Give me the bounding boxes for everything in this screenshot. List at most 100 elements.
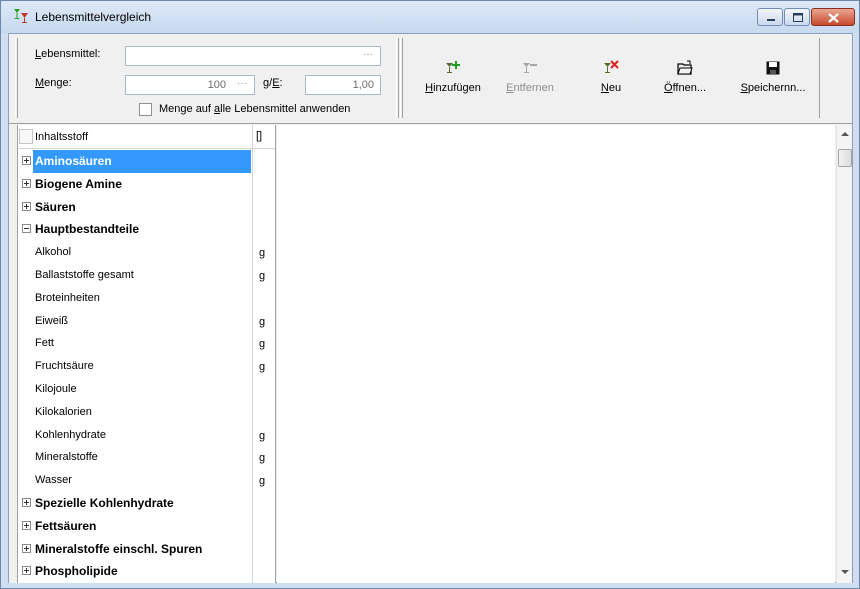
header-unit[interactable]: [] [256,130,262,142]
remove-food-icon [523,63,537,73]
ingredient-row[interactable]: Kilokalorien [18,401,275,424]
row-name: Säuren [35,199,76,214]
row-unit: g [259,315,266,328]
category-row[interactable]: Aminosäuren [18,150,275,173]
apply-all-label: Menge auf alle Lebensmittel anwenden [159,103,351,115]
ingredient-row[interactable]: Fett g [18,332,275,355]
ingredient-row[interactable]: Fruchtsäure g [18,355,275,378]
open-button[interactable]: Öffnen... [659,60,711,110]
ingredient-list[interactable]: Inhaltsstoff [] Aminosäuren Biogene Amine… [18,125,276,583]
row-name: Mineralstoffe einschl. Spuren [35,541,203,556]
expand-icon[interactable] [22,498,31,507]
category-row[interactable]: Säuren [18,196,275,219]
close-icon [828,13,839,23]
app-window: Lebensmittelvergleich Lebensmittel: ··· … [0,0,860,589]
open-button-label: Öffnen... [664,82,706,94]
expand-icon[interactable] [22,178,31,188]
row-name: Kilojoule [35,383,77,395]
ingredient-row[interactable]: Kohlenhydrate g [18,424,275,447]
row-name: Alkohol [35,246,72,259]
expand-icon[interactable] [22,520,31,530]
add-food-icon [446,61,460,73]
header-checkbox[interactable] [19,129,33,144]
row-name: Spezielle Kohlenhydrate [35,496,174,510]
toolbar-grip[interactable] [396,38,399,118]
row-unit: g [259,270,266,282]
vertical-scrollbar[interactable] [836,125,852,583]
scroll-up-icon[interactable] [841,131,849,137]
client-area: Lebensmittel: ··· Menge: 100 ··· g/E: 1,… [8,33,853,583]
row-name: Kohlenhydrate [35,428,106,441]
list-header: Inhaltsstoff [] [18,125,275,149]
toolbar-divider [817,38,820,118]
expand-icon[interactable] [22,156,31,165]
minimize-icon [767,19,775,21]
expand-icon[interactable] [22,543,31,553]
row-unit: g [259,247,266,260]
row-unit: g [259,475,266,488]
save-button[interactable]: Speichernn... [731,60,815,110]
row-name: Hauptbestandteile [35,222,140,237]
row-name: Phospholipide [35,564,118,579]
ingredient-row[interactable]: Wasser g [18,469,275,492]
header-ingredient[interactable]: Inhaltsstoff [35,131,88,143]
row-unit: g [259,452,266,465]
row-name: Fettsäuren [35,518,97,533]
title-bar[interactable]: Lebensmittelvergleich [1,1,859,33]
apply-all-checkbox[interactable] [139,103,152,116]
scroll-thumb[interactable] [838,149,852,167]
row-name: Ballaststoffe gesamt [35,269,134,281]
ge-value: 1,00 [352,79,374,91]
category-row[interactable]: Fettsäuren [18,515,275,538]
row-name: Mineralstoffe [35,451,98,464]
open-folder-icon [677,60,693,75]
collapse-icon[interactable] [22,224,31,234]
ingredient-row[interactable]: Mineralstoffe g [18,446,275,469]
row-name: Biogene Amine [35,176,122,191]
ingredient-row[interactable]: Alkohol g [18,241,275,264]
category-row[interactable]: Biogene Amine [18,173,275,196]
menge-browse-button[interactable]: ··· [232,77,252,93]
new-button[interactable]: Neu [591,60,631,110]
category-row[interactable]: Spezielle Kohlenhydrate [18,492,275,515]
add-button[interactable]: Hinzufügen [415,60,491,110]
add-button-label: Hinzufügen [425,82,481,94]
maximize-icon [793,13,803,22]
row-name: Broteinheiten [35,291,100,304]
remove-button[interactable]: Entfernen [495,60,565,110]
scroll-down-icon[interactable] [841,569,849,575]
row-unit: g [259,361,266,374]
maximize-button[interactable] [784,8,810,26]
remove-button-label: Entfernen [506,82,554,94]
new-icon [604,60,619,73]
expand-icon[interactable] [22,201,31,211]
ingredient-row[interactable]: Ballaststoffe gesamt g [18,264,275,287]
lebensmittel-input[interactable]: ··· [125,46,381,66]
menge-value: 100 [207,79,226,91]
row-name: Aminosäuren [35,154,112,168]
close-button[interactable] [811,8,855,26]
toolbar-grip [400,38,403,118]
row-name: Fett [35,337,54,350]
category-row[interactable]: Mineralstoffe einschl. Spuren [18,538,275,561]
ge-label: g/E: [263,77,283,89]
minimize-button[interactable] [757,8,783,26]
expand-icon[interactable] [22,566,31,576]
category-row[interactable]: Phospholipide [18,560,275,583]
comparison-area[interactable] [277,125,835,583]
menge-label: Menge: [35,77,72,89]
ingredient-row[interactable]: Eiweiß g [18,310,275,333]
row-name: Fruchtsäure [35,360,94,373]
left-strip [9,125,18,583]
window-title: Lebensmittelvergleich [35,10,152,24]
save-button-label: Speichernn... [740,82,806,94]
lebensmittel-label: Lebensmittel: [35,48,101,60]
ingredient-row[interactable]: Kilojoule [18,378,275,401]
toolbar-grip[interactable] [15,38,18,118]
ge-input[interactable]: 1,00 [305,75,381,95]
menge-input[interactable]: 100 ··· [125,75,255,95]
ingredient-row[interactable]: Broteinheiten [18,287,275,310]
category-row[interactable]: Hauptbestandteile [18,218,275,241]
lebensmittel-browse-button[interactable]: ··· [358,48,378,64]
app-wineglass-icon [14,9,28,23]
